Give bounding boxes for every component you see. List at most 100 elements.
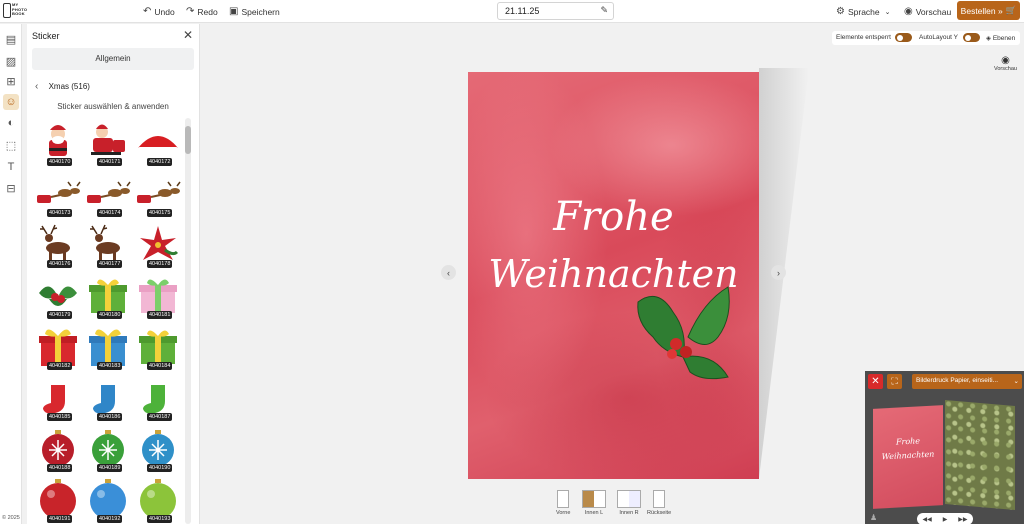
- chevron-down-icon: ⌄: [884, 8, 891, 16]
- general-button[interactable]: Allgemein: [32, 48, 194, 70]
- chevron-left-icon: ‹: [35, 81, 39, 92]
- page-thumb-front[interactable]: Vorne: [556, 490, 570, 516]
- person-icon[interactable]: ♟: [870, 513, 877, 522]
- page-thumb-image: [653, 490, 666, 508]
- mini-card-text-line1: Frohe: [895, 436, 921, 447]
- sticker-item[interactable]: 4040182: [35, 324, 81, 370]
- play-icon[interactable]: ▶: [943, 516, 948, 523]
- sticker-code: 4040183: [97, 362, 123, 370]
- holly-sticker[interactable]: [628, 282, 738, 382]
- sticker-item[interactable]: 4040191: [35, 477, 81, 523]
- background-pattern-icon[interactable]: ▨: [3, 53, 19, 69]
- page-thumb-inner-right[interactable]: Innen R: [617, 490, 641, 516]
- sticker-reindeer-icon: [40, 224, 70, 264]
- canvas-options: Elemente entsperrt AutoLayout Y ◈ Ebenen: [832, 31, 1020, 45]
- sticker-item[interactable]: 4040177: [85, 222, 131, 268]
- sticker-item[interactable]: 4040180: [85, 273, 131, 319]
- card-text-line1[interactable]: Frohe: [468, 194, 759, 240]
- sticker-item[interactable]: 4040188: [35, 426, 81, 472]
- language-label: Sprache: [847, 6, 880, 17]
- save-button[interactable]: ▣ Speichern: [229, 5, 280, 18]
- category-back[interactable]: ‹ Xmas (516): [35, 81, 90, 92]
- sticker-item[interactable]: 4040176: [35, 222, 81, 268]
- sticker-item[interactable]: 4040170: [35, 120, 81, 166]
- sticker-code: 4040182: [47, 362, 73, 370]
- logo[interactable]: MY PHOTO BOOK: [3, 2, 27, 22]
- sticker-item[interactable]: 4040171: [85, 120, 131, 166]
- next-page-button[interactable]: ›: [771, 265, 786, 280]
- sticker-ball-blue-icon: [90, 479, 126, 519]
- side-preview-button[interactable]: ◉ Vorschau: [994, 55, 1017, 72]
- date-field[interactable]: 21.11.25 ✎: [497, 2, 614, 20]
- sticker-item[interactable]: 4040183: [85, 324, 131, 370]
- sticker-code: 4040186: [97, 413, 123, 421]
- sticker-gift-green-icon: [89, 279, 127, 313]
- layout-icon[interactable]: ⊟: [3, 180, 19, 196]
- sticker-item[interactable]: 4040186: [85, 375, 131, 421]
- sticker-code: 4040184: [147, 362, 173, 370]
- sticker-sleigh-reindeer-icon: [137, 181, 181, 203]
- sticker-gift-blue-icon: [89, 329, 127, 366]
- layers-button[interactable]: ◈ Ebenen: [986, 34, 1015, 42]
- sticker-item[interactable]: 4040174: [85, 171, 131, 217]
- close-icon[interactable]: ✕: [868, 374, 883, 389]
- eye-icon: ◉: [904, 6, 913, 17]
- apply-label: Sticker auswählen & anwenden: [57, 102, 169, 111]
- sticker-item[interactable]: 4040192: [85, 477, 131, 523]
- sticker-holly-icon: [39, 286, 77, 306]
- sticker-item[interactable]: 4040185: [35, 375, 81, 421]
- logo-text: MY PHOTO BOOK: [12, 2, 27, 17]
- sticker-santa-hat-icon: [138, 136, 178, 152]
- sticker-item[interactable]: 4040184: [135, 324, 181, 370]
- grid-icon[interactable]: ⊞: [3, 73, 19, 89]
- sticker-item[interactable]: 4040181: [135, 273, 181, 319]
- scrollbar[interactable]: [185, 118, 191, 524]
- page-thumb-inner-left[interactable]: Innen L: [582, 490, 606, 516]
- sticker-code: 4040189: [97, 464, 123, 472]
- autolayout-toggle[interactable]: [963, 33, 980, 42]
- page-label: Innen L: [584, 510, 604, 516]
- expand-icon[interactable]: ⛶: [887, 374, 902, 389]
- mini-card-front: Frohe Weihnachten: [873, 405, 943, 509]
- page-thumb-image: [617, 490, 641, 508]
- sticker-item[interactable]: 4040178: [135, 222, 181, 268]
- scroll-thumb[interactable]: [185, 126, 191, 154]
- sticker-icon[interactable]: ☺: [3, 94, 19, 110]
- sticker-item[interactable]: 4040172: [135, 120, 181, 166]
- sticker-item[interactable]: 4040189: [85, 426, 131, 472]
- sticker-item[interactable]: 4040173: [35, 171, 81, 217]
- chevron-down-icon: ⌄: [1013, 378, 1019, 385]
- frame-icon[interactable]: ⬚: [3, 137, 19, 153]
- redo-button[interactable]: ↷ Redo: [186, 5, 218, 18]
- page-label: Rückseite: [647, 510, 672, 516]
- preview-button[interactable]: ◉ Vorschau: [904, 5, 951, 18]
- paper-select[interactable]: Bilderdruck Papier, einseiti... ⌄: [912, 374, 1022, 389]
- page-thumb-back[interactable]: Rückseite: [647, 490, 671, 516]
- text-icon[interactable]: T: [3, 159, 19, 175]
- order-button[interactable]: Bestellen » 🛒: [957, 1, 1020, 20]
- card-canvas[interactable]: Frohe Weihnachten: [468, 72, 759, 479]
- sticker-reindeer-icon: [90, 224, 120, 264]
- mini-card-inside: [945, 399, 1015, 511]
- elements-unlocked-toggle[interactable]: [895, 33, 912, 42]
- mini-card-text-line2: Weihnachten: [881, 449, 935, 462]
- sticker-gift-green-icon: [139, 330, 177, 364]
- sticker-item[interactable]: 4040193: [135, 477, 181, 523]
- close-icon[interactable]: ✕: [183, 28, 193, 42]
- sticker-item[interactable]: 4040190: [135, 426, 181, 472]
- undo-button[interactable]: ↶ Undo: [143, 5, 175, 18]
- layers-label: Ebenen: [992, 35, 1016, 42]
- photos-icon[interactable]: ▤: [3, 31, 19, 47]
- sticker-code: 4040190: [147, 464, 173, 472]
- pencil-icon[interactable]: ✎: [600, 5, 608, 16]
- sticker-item[interactable]: 4040187: [135, 375, 181, 421]
- shapes-icon[interactable]: ◐: [3, 115, 19, 131]
- sticker-item[interactable]: 4040179: [35, 273, 81, 319]
- sticker-item[interactable]: 4040175: [135, 171, 181, 217]
- sticker-poinsettia-icon: [140, 226, 179, 260]
- rewind-icon[interactable]: ◀◀: [922, 516, 931, 523]
- language-button[interactable]: ⚙ Sprache ⌄: [836, 5, 891, 18]
- autolayout-label: AutoLayout Y: [919, 34, 958, 41]
- previous-page-button[interactable]: ‹: [441, 265, 456, 280]
- forward-icon[interactable]: ▶▶: [958, 516, 967, 523]
